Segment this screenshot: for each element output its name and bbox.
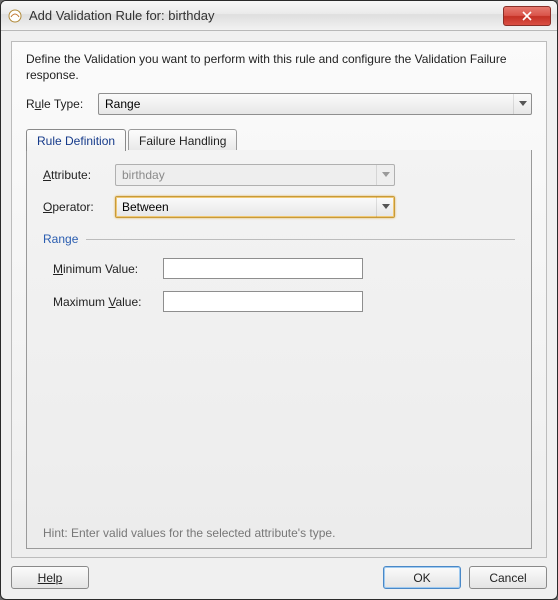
range-legend: Range [43, 232, 86, 246]
tab-strip: Rule Definition Failure Handling [26, 127, 532, 151]
cancel-label: Cancel [489, 571, 526, 585]
titlebar: Add Validation Rule for: birthday [1, 1, 557, 31]
main-panel: Define the Validation you want to perfor… [11, 41, 547, 558]
rule-type-row: Rule Type: Range [26, 93, 532, 115]
attribute-label: Attribute: [43, 168, 115, 182]
maximum-value-row: Maximum Value: [53, 291, 515, 312]
tab-failure-handling-label: Failure Handling [139, 134, 226, 148]
help-label: Help [38, 571, 63, 585]
cancel-button[interactable]: Cancel [469, 566, 547, 589]
attribute-select: birthday [115, 164, 395, 186]
range-legend-row: Range [43, 232, 515, 246]
chevron-down-icon [513, 94, 531, 114]
dialog-body: Define the Validation you want to perfor… [1, 31, 557, 599]
tab-content: Attribute: birthday Operator: Between [26, 150, 532, 549]
tab-failure-handling[interactable]: Failure Handling [128, 129, 237, 151]
chevron-down-icon [376, 197, 394, 217]
ok-label: OK [413, 571, 430, 585]
range-fieldset: Range Minimum Value: Maximum Value: [43, 232, 515, 324]
instruction-text: Define the Validation you want to perfor… [26, 52, 532, 83]
operator-select[interactable]: Between [115, 196, 395, 218]
tab-rule-definition[interactable]: Rule Definition [26, 129, 126, 151]
minimum-value-label: Minimum Value: [53, 262, 163, 276]
attribute-value: birthday [122, 168, 165, 182]
ok-button[interactable]: OK [383, 566, 461, 589]
tab-rule-definition-label: Rule Definition [37, 134, 115, 148]
rule-type-value: Range [105, 97, 140, 111]
operator-value: Between [122, 200, 169, 214]
operator-label: Operator: [43, 200, 115, 214]
button-bar: Help OK Cancel [11, 558, 547, 589]
app-icon [7, 8, 23, 24]
dialog-title: Add Validation Rule for: birthday [29, 8, 503, 23]
rule-type-select[interactable]: Range [98, 93, 532, 115]
maximum-value-label: Maximum Value: [53, 295, 163, 309]
rule-type-label: Rule Type: [26, 97, 98, 111]
minimum-value-input[interactable] [163, 258, 363, 279]
maximum-value-input[interactable] [163, 291, 363, 312]
chevron-down-icon [376, 165, 394, 185]
help-button[interactable]: Help [11, 566, 89, 589]
attribute-row: Attribute: birthday [43, 164, 515, 186]
dialog-window: Add Validation Rule for: birthday Define… [0, 0, 558, 600]
operator-row: Operator: Between [43, 196, 515, 218]
hint-text: Hint: Enter valid values for the selecte… [43, 518, 515, 540]
minimum-value-row: Minimum Value: [53, 258, 515, 279]
legend-line [86, 239, 515, 240]
close-button[interactable] [503, 6, 551, 26]
